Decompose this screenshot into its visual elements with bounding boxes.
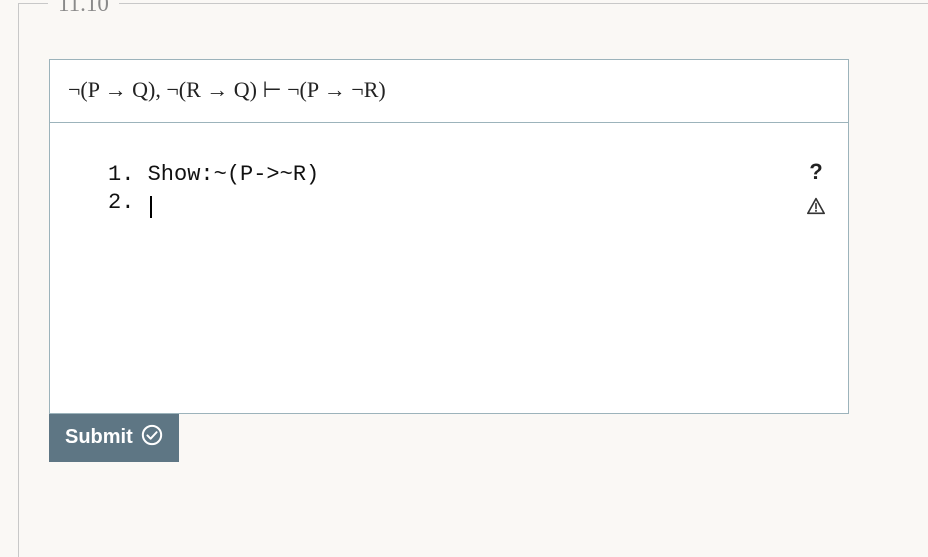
line-number: 1 [108, 162, 121, 187]
proof-line[interactable]: 1. Show:~(P->~R) [108, 161, 790, 190]
submit-button[interactable]: Submit [49, 414, 179, 462]
exercise-number: 11.10 [48, 0, 119, 17]
proof-lines[interactable]: 1. Show:~(P->~R)2. [108, 161, 790, 218]
line-text[interactable]: Show:~(P->~R) [148, 162, 320, 187]
proof-editor[interactable]: 1. Show:~(P->~R)2. ? [50, 123, 848, 413]
line-number: 2 [108, 190, 121, 215]
submit-label: Submit [65, 426, 133, 449]
check-circle-icon [141, 424, 163, 452]
text-cursor [150, 196, 152, 218]
help-icon[interactable]: ? [809, 159, 822, 185]
proof-line[interactable]: 2. [108, 189, 790, 218]
exercise-fieldset: 11.10 ¬(P → Q), ¬(R → Q) ⊢ ¬(P → ¬R) 1. … [18, 3, 928, 557]
editor-side-controls: ? [806, 159, 826, 215]
proof-container: ¬(P → Q), ¬(R → Q) ⊢ ¬(P → ¬R) 1. Show:~… [49, 59, 849, 414]
sequent-statement: ¬(P → Q), ¬(R → Q) ⊢ ¬(P → ¬R) [50, 60, 848, 123]
warning-icon[interactable] [806, 197, 826, 215]
